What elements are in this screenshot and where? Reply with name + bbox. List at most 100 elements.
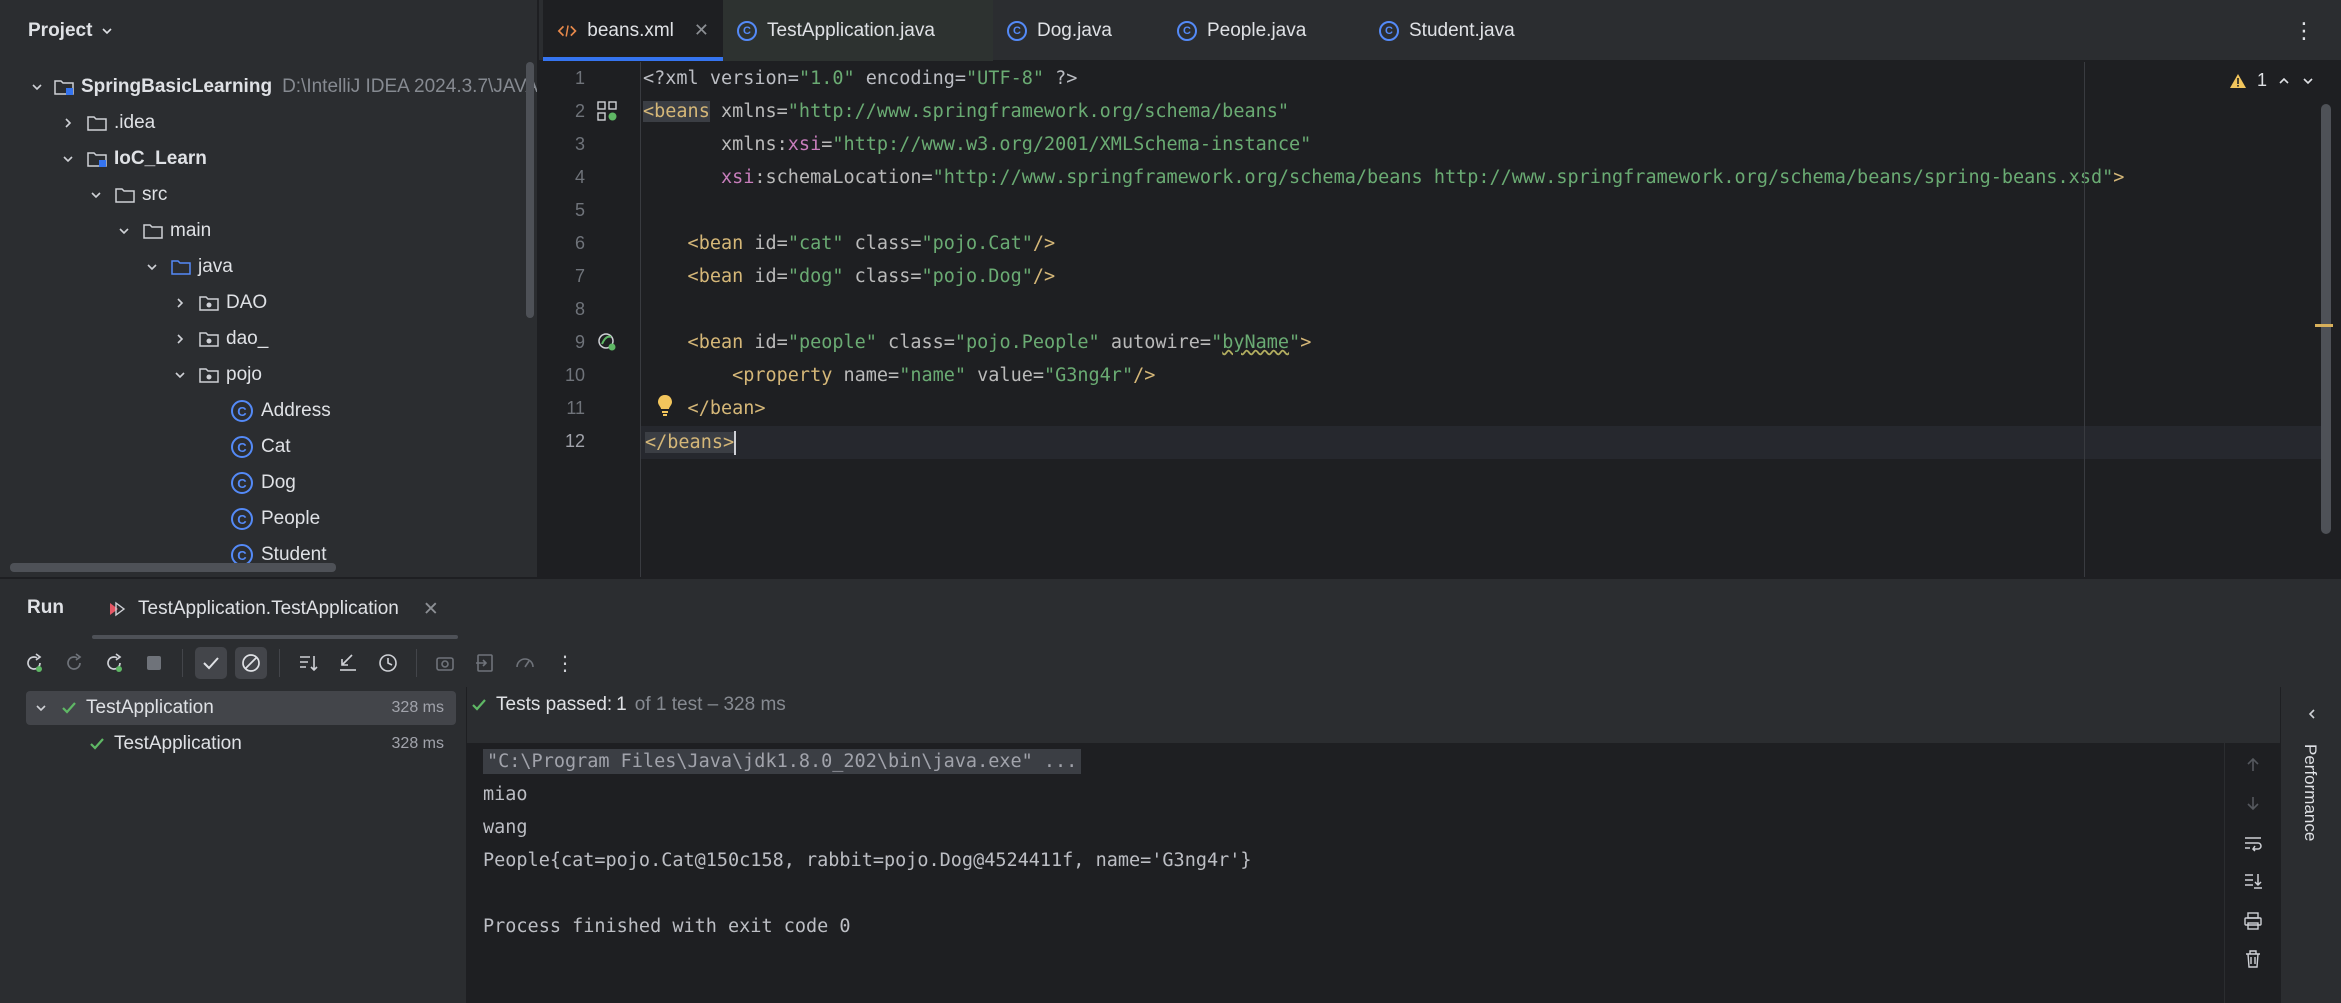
run-toolbar: ⋮ (18, 647, 581, 679)
toolbar-separator (279, 649, 280, 677)
run-configuration-tab[interactable]: TestApplication.TestApplication ✕ (92, 579, 458, 639)
project-path-hint: D:\IntelliJ IDEA 2024.3.7\JAVA (282, 76, 538, 97)
scroll-up-button[interactable] (2241, 753, 2265, 777)
scroll-to-end-button[interactable] (2241, 869, 2265, 893)
code-line-12: </beans> (645, 426, 737, 459)
show-passed-toggle[interactable] (195, 647, 227, 679)
code-token: <bean (643, 266, 744, 287)
coverage-button[interactable] (509, 647, 541, 679)
code-token: encoding= (854, 68, 967, 89)
code-token: /> (1032, 266, 1056, 287)
tree-item-main[interactable]: main (0, 213, 537, 249)
tree-item-people[interactable]: C People (0, 501, 537, 537)
lightbulb-icon[interactable] (655, 393, 675, 417)
project-panel: Project SpringBasicLearning D:\IntelliJ … (0, 0, 538, 577)
import-tests-button[interactable] (469, 647, 501, 679)
print-button[interactable] (2241, 909, 2265, 933)
chevron-down-icon[interactable] (170, 365, 190, 385)
console-output[interactable]: "C:\Program Files\Java\jdk1.8.0_202\bin\… (467, 743, 2224, 1003)
chevron-right-icon[interactable] (58, 113, 78, 133)
warning-icon (2230, 73, 2246, 88)
sort-icon (300, 656, 318, 672)
code-editor[interactable]: 1 2 3 4 5 6 7 8 9 10 11 12 <?xml version… (539, 62, 2341, 577)
soft-wrap-button[interactable] (2241, 831, 2265, 855)
spring-bean-gutter-icon[interactable] (595, 330, 619, 354)
collapse-all-button[interactable] (332, 647, 364, 679)
project-horizontal-scrollbar[interactable] (10, 563, 336, 572)
code-token: xmlns: (643, 134, 788, 155)
tab-testapplication-java[interactable]: C TestApplication.java (723, 0, 993, 61)
project-vertical-scrollbar[interactable] (526, 62, 534, 318)
tab-people-java[interactable]: C People.java (1163, 0, 1353, 61)
more-options-icon[interactable]: ⋮ (2293, 18, 2315, 44)
stop-button[interactable] (138, 647, 170, 679)
tab-student-java[interactable]: C Student.java (1365, 0, 1555, 61)
test-history-button[interactable] (372, 647, 404, 679)
close-icon[interactable]: ✕ (694, 20, 709, 41)
clear-console-button[interactable] (2241, 947, 2265, 971)
code-token: <bean (643, 233, 744, 254)
console-line: miao (483, 784, 528, 805)
tree-item-pojo[interactable]: pojo (0, 357, 537, 393)
tree-item-dao[interactable]: DAO (0, 285, 537, 321)
tree-item-springbasiclearning[interactable]: SpringBasicLearning D:\IntelliJ IDEA 202… (0, 69, 538, 105)
chevron-down-icon[interactable] (2301, 74, 2315, 88)
code-line-1: <?xml version="1.0" encoding="UTF-8" ?> (643, 62, 1077, 95)
tab-dog-java[interactable]: C Dog.java (993, 0, 1163, 61)
chevron-down-icon[interactable] (142, 257, 162, 277)
test-case-row[interactable]: TestApplication 328 ms (26, 727, 456, 761)
chevron-down-icon[interactable] (30, 77, 45, 97)
code-token: "http://www.w3.org/2001/XMLSchema-instan… (832, 134, 1312, 155)
chevron-down-icon[interactable] (58, 149, 78, 169)
close-icon[interactable]: ✕ (423, 598, 439, 621)
tab-beans-xml[interactable]: beans.xml ✕ (543, 0, 723, 61)
show-ignored-toggle[interactable] (235, 647, 267, 679)
tree-item-src[interactable]: src (0, 177, 537, 213)
tree-item-dog[interactable]: C Dog (0, 465, 537, 501)
toggle-auto-test-button[interactable] (98, 647, 130, 679)
run-tab-label: TestApplication.TestApplication (138, 598, 399, 619)
rerun-button[interactable] (18, 647, 50, 679)
chevron-down-icon[interactable] (114, 221, 134, 241)
tree-item-address[interactable]: C Address (0, 393, 537, 429)
rerun-failed-button[interactable] (58, 647, 90, 679)
toolbar-separator (182, 649, 183, 677)
warning-stripe-marker[interactable] (2315, 324, 2333, 327)
line-number: 6 (574, 233, 585, 253)
tree-item-label: SpringBasicLearning (80, 76, 273, 97)
text-caret (734, 431, 737, 455)
tree-item-dao-underscore[interactable]: dao_ (0, 321, 537, 357)
code-line-6: <bean id="cat" class="pojo.Cat"/> (643, 227, 1056, 260)
code-token: id= (743, 332, 788, 353)
code-token: "http://www.springframework.org/schema/b… (932, 167, 2114, 188)
chevron-down-icon[interactable] (34, 701, 48, 715)
right-margin-guide (2084, 62, 2085, 577)
screenshot-button[interactable] (429, 647, 461, 679)
test-suite-row[interactable]: TestApplication 328 ms (26, 691, 456, 725)
project-view-selector[interactable]: Project (28, 18, 114, 44)
chevron-down-icon[interactable] (86, 185, 106, 205)
scroll-down-button[interactable] (2241, 791, 2265, 815)
spring-beans-gutter-icon[interactable] (595, 99, 619, 123)
performance-tab-label[interactable]: Performance (2300, 744, 2320, 841)
gauge-icon (516, 658, 534, 668)
tree-item-java[interactable]: java (0, 249, 537, 285)
tree-item-cat[interactable]: C Cat (0, 429, 537, 465)
performance-side-panel[interactable] (2280, 687, 2341, 1003)
editor-vertical-scrollbar[interactable] (2321, 104, 2331, 534)
chevron-right-icon[interactable] (170, 329, 190, 349)
line-number: 3 (574, 134, 585, 154)
junit-run-icon (110, 601, 126, 617)
tree-item-idea[interactable]: .idea (0, 105, 537, 141)
chevron-up-icon[interactable] (2277, 74, 2291, 88)
more-options-button[interactable]: ⋮ (549, 647, 581, 679)
tree-item-ioc-learn[interactable]: IoC_Learn (0, 141, 537, 177)
camera-icon (436, 657, 454, 671)
chevron-left-icon[interactable] (2305, 707, 2319, 721)
code-token: value= (966, 365, 1044, 386)
inspection-widget[interactable]: 1 (2229, 70, 2315, 91)
chevron-right-icon[interactable] (170, 293, 190, 313)
sort-button[interactable] (292, 647, 324, 679)
code-line-9: <bean id="people" class="pojo.People" au… (643, 326, 1312, 359)
soft-wrap-icon (2245, 837, 2262, 852)
